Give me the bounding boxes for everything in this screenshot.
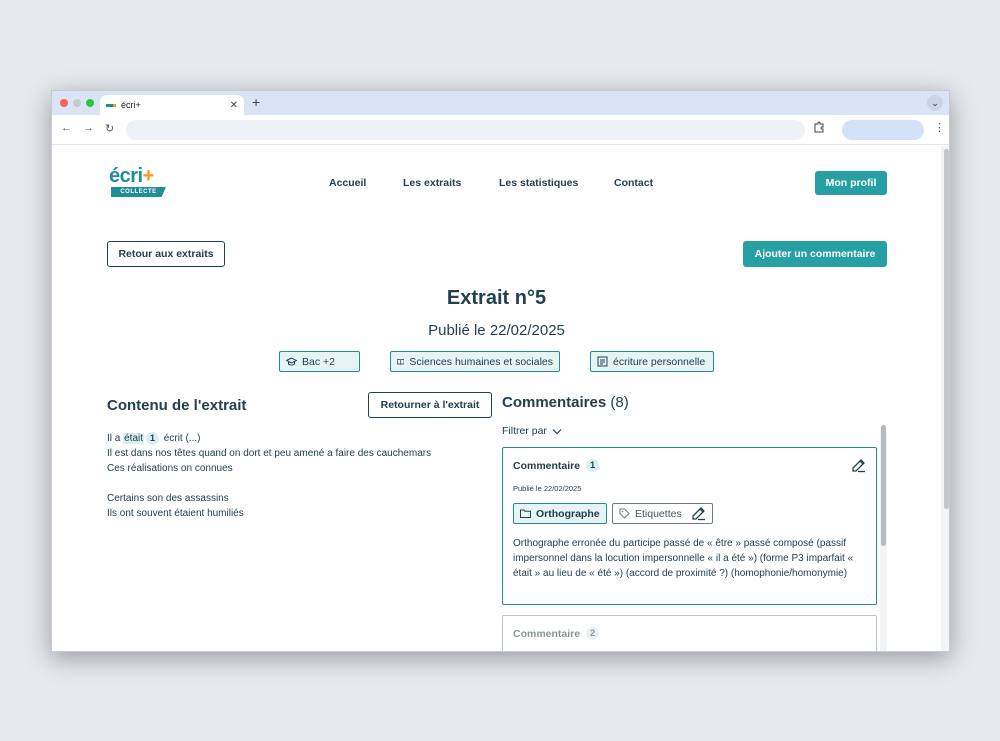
comments-scrollbar[interactable] [880, 425, 887, 651]
extensions-icon[interactable] [813, 121, 825, 136]
comment-title: Commentaire 2 [513, 627, 601, 640]
book-icon [397, 358, 405, 365]
edit-tags-icon[interactable] [691, 506, 706, 521]
tab-close-icon[interactable]: ✕ [230, 100, 238, 111]
extract-content: Il a était 1 écrit (...) Il est dans nos … [107, 431, 431, 521]
content-line: Certains son des assassins [107, 493, 229, 504]
browser-menu-icon[interactable]: ⋮ [934, 121, 945, 134]
maximize-window-button[interactable] [86, 99, 94, 107]
tag-icon [619, 508, 630, 519]
tab-strip: écri+ ✕ + ⌄ [52, 91, 949, 115]
content-line: Ils ont souvent étaient humiliés [107, 508, 244, 519]
profile-pill[interactable] [842, 120, 924, 140]
nav-accueil[interactable]: Accueil [329, 177, 366, 189]
close-window-button[interactable] [60, 99, 68, 107]
folder-icon [520, 509, 531, 518]
comment-card[interactable]: Commentaire 1 Publié le 22/02/2025 Orthog… [502, 447, 877, 605]
comment-body: Orthographe erronée du participe passé d… [513, 538, 854, 579]
new-tab-button[interactable]: + [252, 94, 260, 110]
comment-title: Commentaire 1 [513, 459, 601, 472]
nav-extraits[interactable]: Les extraits [403, 177, 461, 189]
tab-title: écri+ [121, 100, 141, 110]
back-icon[interactable]: ← [61, 122, 72, 134]
browser-tab[interactable]: écri+ ✕ [100, 95, 244, 115]
graduation-cap-icon [286, 356, 297, 365]
return-to-extract-button[interactable]: Retourner à l'extrait [368, 392, 492, 418]
page-viewport: écri+ COLLECTE Accueil Les extraits Les … [52, 146, 949, 651]
browser-window: écri+ ✕ + ⌄ ← → ↻ ⋮ écri+ COLLECTE Accue… [51, 90, 950, 652]
comments-count: (8) [610, 394, 629, 411]
content-line: Ces réalisations on connues [107, 463, 233, 474]
page-scrollbar[interactable] [941, 146, 949, 651]
address-bar[interactable] [126, 120, 805, 140]
writing-type-chip: écriture personnelle [590, 351, 714, 372]
reload-icon[interactable]: ↻ [105, 122, 114, 135]
annotation-badge[interactable]: 1 [146, 432, 160, 445]
minimize-window-button[interactable] [73, 99, 81, 107]
filter-label: Filtrer par [502, 425, 547, 437]
document-icon [597, 356, 608, 367]
comment-number-badge: 2 [586, 627, 600, 640]
discipline-chip: Sciences humaines et sociales [390, 351, 560, 372]
page-title: Extrait n°5 [446, 287, 547, 309]
content-heading: Contenu de l'extrait [107, 397, 247, 414]
ecri-logo[interactable]: écri+ COLLECTE [109, 165, 169, 200]
category-tag[interactable]: Orthographe [513, 503, 607, 524]
nav-contact[interactable]: Contact [614, 177, 653, 189]
tags-button[interactable]: Etiquettes [612, 503, 713, 524]
favicon-icon [106, 102, 116, 108]
comment-card[interactable]: Commentaire 2 [502, 615, 877, 651]
tab-search-button[interactable]: ⌄ [927, 95, 943, 111]
forward-icon[interactable]: → [83, 122, 94, 134]
content-line: Il a était 1 écrit (...) [107, 432, 201, 445]
level-chip-label: Bac +2 [302, 355, 335, 368]
browser-toolbar: ← → ↻ ⋮ [52, 115, 949, 145]
filter-dropdown[interactable]: Filtrer par [502, 425, 562, 437]
comments-heading: Commentaires (8) [502, 394, 629, 411]
logo-wordmark: écri+ [109, 165, 154, 187]
comments-scrollbar-thumb[interactable] [881, 425, 886, 546]
logo-band: COLLECTE [111, 187, 166, 197]
nav-statistiques[interactable]: Les statistiques [499, 177, 578, 189]
back-to-extracts-button[interactable]: Retour aux extraits [107, 241, 225, 267]
comment-number-badge: 1 [586, 459, 600, 472]
page-scrollbar-thumb[interactable] [944, 149, 949, 509]
profile-button[interactable]: Mon profil [815, 171, 887, 195]
published-date: Publié le 22/02/2025 [428, 322, 565, 339]
writing-type-chip-label: écriture personnelle [613, 355, 706, 368]
highlighted-word[interactable]: était [123, 433, 145, 444]
discipline-chip-label: Sciences humaines et sociales [409, 355, 553, 368]
chevron-down-icon [552, 428, 562, 434]
edit-icon[interactable] [851, 458, 866, 478]
content-line [107, 476, 431, 491]
add-comment-button[interactable]: Ajouter un commentaire [743, 241, 887, 267]
content-line: Il est dans nos têtes quand on dort et p… [107, 448, 432, 459]
comment-date: Publié le 22/02/2025 [513, 484, 582, 493]
level-chip: Bac +2 [279, 351, 360, 372]
